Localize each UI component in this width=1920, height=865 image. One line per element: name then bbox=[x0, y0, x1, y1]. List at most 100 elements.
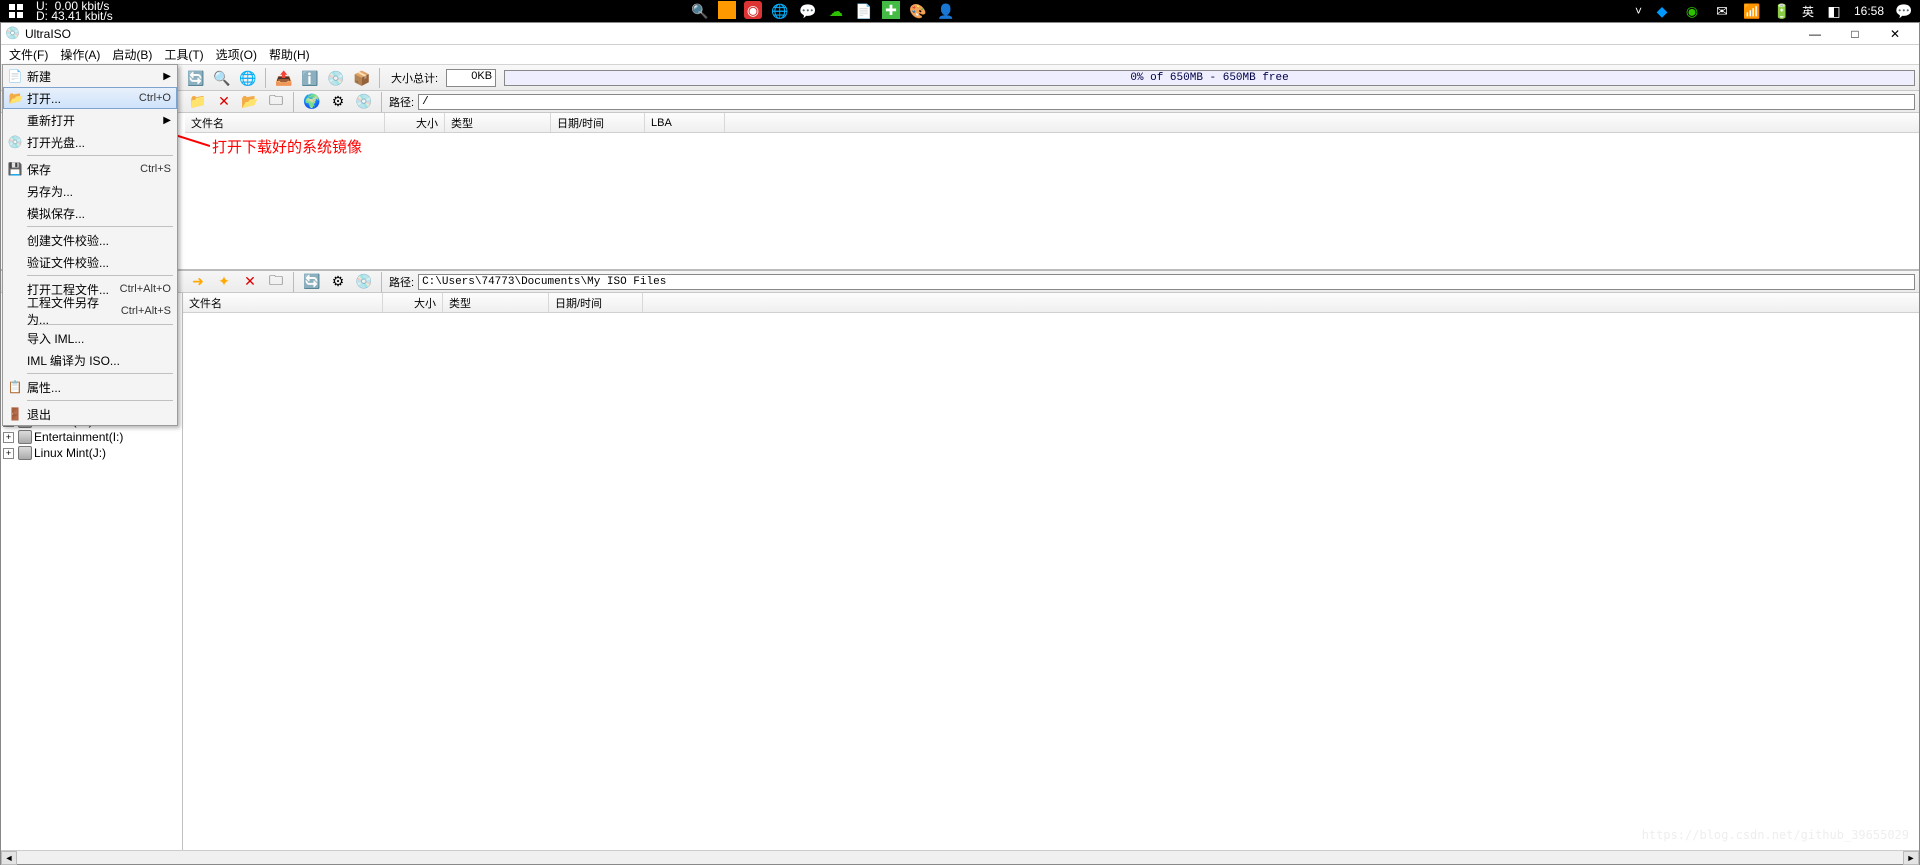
menu-options[interactable]: 选项(O) bbox=[210, 44, 263, 65]
notification-icon[interactable]: 💬 bbox=[1894, 1, 1914, 21]
tree-toggle-icon[interactable]: + bbox=[3, 432, 14, 443]
windows-taskbar: U: 0.00 kbit/s D: 43.41 kbit/s 🔍 ◉ 🌐 💬 ☁… bbox=[0, 0, 1920, 22]
app-icon[interactable]: ☁ bbox=[826, 1, 846, 21]
local-path-field[interactable] bbox=[418, 274, 1915, 290]
star-icon[interactable]: ✦ bbox=[213, 271, 235, 293]
menu-separator bbox=[27, 226, 173, 227]
iso-path-field[interactable] bbox=[418, 94, 1915, 110]
tray-icon[interactable]: ✉ bbox=[1712, 1, 1732, 21]
compress-icon[interactable]: 📦 bbox=[351, 67, 373, 89]
globe-icon[interactable]: 🌍 bbox=[301, 91, 323, 113]
local-toolbar: ➜ ✦ ✕ 🗀 🔄 ⚙ 💿 路径: bbox=[1, 271, 1919, 293]
menu-file[interactable]: 文件(F) bbox=[3, 44, 54, 65]
column-header[interactable]: LBA bbox=[645, 113, 725, 132]
start-button[interactable] bbox=[6, 1, 26, 21]
ime-indicator[interactable]: 英 bbox=[1802, 3, 1814, 20]
maximize-button[interactable]: □ bbox=[1835, 23, 1875, 45]
menu-help[interactable]: 帮助(H) bbox=[263, 44, 316, 65]
folder-icon[interactable]: 🗀 bbox=[265, 271, 287, 293]
local-file-list[interactable]: https://blog.csdn.net/github_39655029 bbox=[183, 313, 1919, 850]
main-toolbar: 🔄 🔍 🌐 📤 ℹ️ 💿 📦 大小总计: 0KB 0% of 650MB - 6… bbox=[1, 65, 1919, 91]
menu-item-label: 保存 bbox=[27, 161, 51, 178]
menu-item[interactable]: 📂打开...Ctrl+O bbox=[3, 87, 177, 109]
add-icon[interactable]: ➜ bbox=[187, 271, 209, 293]
scroll-right-button[interactable]: ► bbox=[1903, 851, 1919, 865]
gear-icon[interactable]: ⚙ bbox=[327, 271, 349, 293]
window-title: UltraISO bbox=[21, 27, 1795, 41]
folder-icon[interactable]: 🗀 bbox=[265, 91, 287, 113]
column-header[interactable]: 大小 bbox=[385, 113, 445, 132]
palette-icon[interactable]: 🎨 bbox=[908, 1, 928, 21]
menu-item[interactable]: 工程文件另存为...Ctrl+Alt+S bbox=[3, 300, 177, 322]
tree-item[interactable]: + Entertainment(I:) bbox=[1, 429, 182, 445]
menu-item[interactable]: 💿打开光盘... bbox=[3, 131, 177, 153]
menu-item[interactable]: 另存为... bbox=[3, 180, 177, 202]
info-icon[interactable]: ℹ️ bbox=[299, 67, 321, 89]
app-icon[interactable]: ◉ bbox=[744, 1, 762, 19]
menu-item[interactable]: 创建文件校验... bbox=[3, 229, 177, 251]
globe-icon[interactable]: 🌐 bbox=[237, 67, 259, 89]
column-header[interactable]: 日期/时间 bbox=[551, 113, 645, 132]
menu-item-icon: 📂 bbox=[8, 90, 24, 106]
watermark: https://blog.csdn.net/github_39655029 bbox=[1642, 828, 1909, 842]
column-header[interactable]: 文件名 bbox=[185, 113, 385, 132]
menu-item-label: 打开光盘... bbox=[27, 134, 85, 151]
titlebar[interactable]: 💿 UltraISO — □ ✕ bbox=[1, 23, 1919, 45]
column-header[interactable]: 类型 bbox=[445, 113, 551, 132]
column-header[interactable]: 文件名 bbox=[183, 293, 383, 312]
gear-icon[interactable]: ⚙ bbox=[327, 91, 349, 113]
find-icon[interactable]: 🔍 bbox=[211, 67, 233, 89]
menu-item[interactable]: 重新打开▶ bbox=[3, 109, 177, 131]
menu-item[interactable]: IML 编译为 ISO... bbox=[3, 349, 177, 371]
burn-icon[interactable]: 💿 bbox=[325, 67, 347, 89]
avatar-icon[interactable]: 👤 bbox=[936, 1, 956, 21]
menu-item[interactable]: 📋属性... bbox=[3, 376, 177, 398]
folder-up-icon[interactable]: 📂 bbox=[239, 91, 261, 113]
disc-icon[interactable]: 💿 bbox=[353, 91, 375, 113]
file-icon[interactable]: 📄 bbox=[854, 1, 874, 21]
menu-item[interactable]: 💾保存Ctrl+S bbox=[3, 158, 177, 180]
disc-icon[interactable]: 💿 bbox=[353, 271, 375, 293]
refresh-icon[interactable]: 🔄 bbox=[185, 67, 207, 89]
column-header[interactable]: 类型 bbox=[443, 293, 549, 312]
battery-icon[interactable]: 🔋 bbox=[1772, 1, 1792, 21]
extract-icon[interactable]: 📤 bbox=[273, 67, 295, 89]
puzzle-icon[interactable]: ✚ bbox=[882, 1, 900, 19]
menu-item[interactable]: 模拟保存... bbox=[3, 202, 177, 224]
menu-item-label: IML 编译为 ISO... bbox=[27, 352, 120, 369]
column-header[interactable]: 日期/时间 bbox=[549, 293, 643, 312]
menu-item[interactable]: 📄新建▶ bbox=[3, 65, 177, 87]
folder-new-icon[interactable]: 📁 bbox=[187, 91, 209, 113]
close-button[interactable]: ✕ bbox=[1875, 23, 1915, 45]
tree-item-label: Entertainment(I:) bbox=[34, 430, 123, 444]
tree-item[interactable]: + Linux Mint(J:) bbox=[1, 445, 182, 461]
horizontal-scrollbar[interactable]: ◄ ► bbox=[1, 850, 1919, 864]
menu-boot[interactable]: 启动(B) bbox=[106, 44, 158, 65]
clock[interactable]: 16:58 bbox=[1854, 4, 1884, 18]
drive-icon bbox=[18, 446, 32, 460]
chevron-up-icon[interactable]: ˅ bbox=[1635, 4, 1642, 18]
tree-toggle-icon[interactable]: + bbox=[3, 448, 14, 459]
refresh-icon[interactable]: 🔄 bbox=[301, 271, 323, 293]
menu-item[interactable]: 验证文件校验... bbox=[3, 251, 177, 273]
tray-icon[interactable]: ◆ bbox=[1652, 1, 1672, 21]
minimize-button[interactable]: — bbox=[1795, 23, 1835, 45]
scroll-left-button[interactable]: ◄ bbox=[1, 851, 17, 865]
menu-item[interactable]: 导入 IML... bbox=[3, 327, 177, 349]
delete-icon[interactable]: ✕ bbox=[239, 271, 261, 293]
wechat-icon[interactable]: 💬 bbox=[798, 1, 818, 21]
tray-icon[interactable]: ◉ bbox=[1682, 1, 1702, 21]
column-header[interactable]: 大小 bbox=[383, 293, 443, 312]
menu-action[interactable]: 操作(A) bbox=[54, 44, 106, 65]
menu-tools[interactable]: 工具(T) bbox=[158, 44, 209, 65]
app-icon[interactable] bbox=[718, 1, 736, 19]
menu-item-label: 新建 bbox=[27, 68, 51, 85]
delete-icon[interactable]: ✕ bbox=[213, 91, 235, 113]
chrome-icon[interactable]: 🌐 bbox=[770, 1, 790, 21]
search-icon[interactable]: 🔍 bbox=[690, 1, 710, 21]
menu-separator bbox=[27, 155, 173, 156]
menu-item[interactable]: 🚪退出 bbox=[3, 403, 177, 425]
tray-icon[interactable]: ◧ bbox=[1824, 1, 1844, 21]
menubar: 文件(F) 操作(A) 启动(B) 工具(T) 选项(O) 帮助(H) bbox=[1, 45, 1919, 65]
wifi-icon[interactable]: 📶 bbox=[1742, 1, 1762, 21]
